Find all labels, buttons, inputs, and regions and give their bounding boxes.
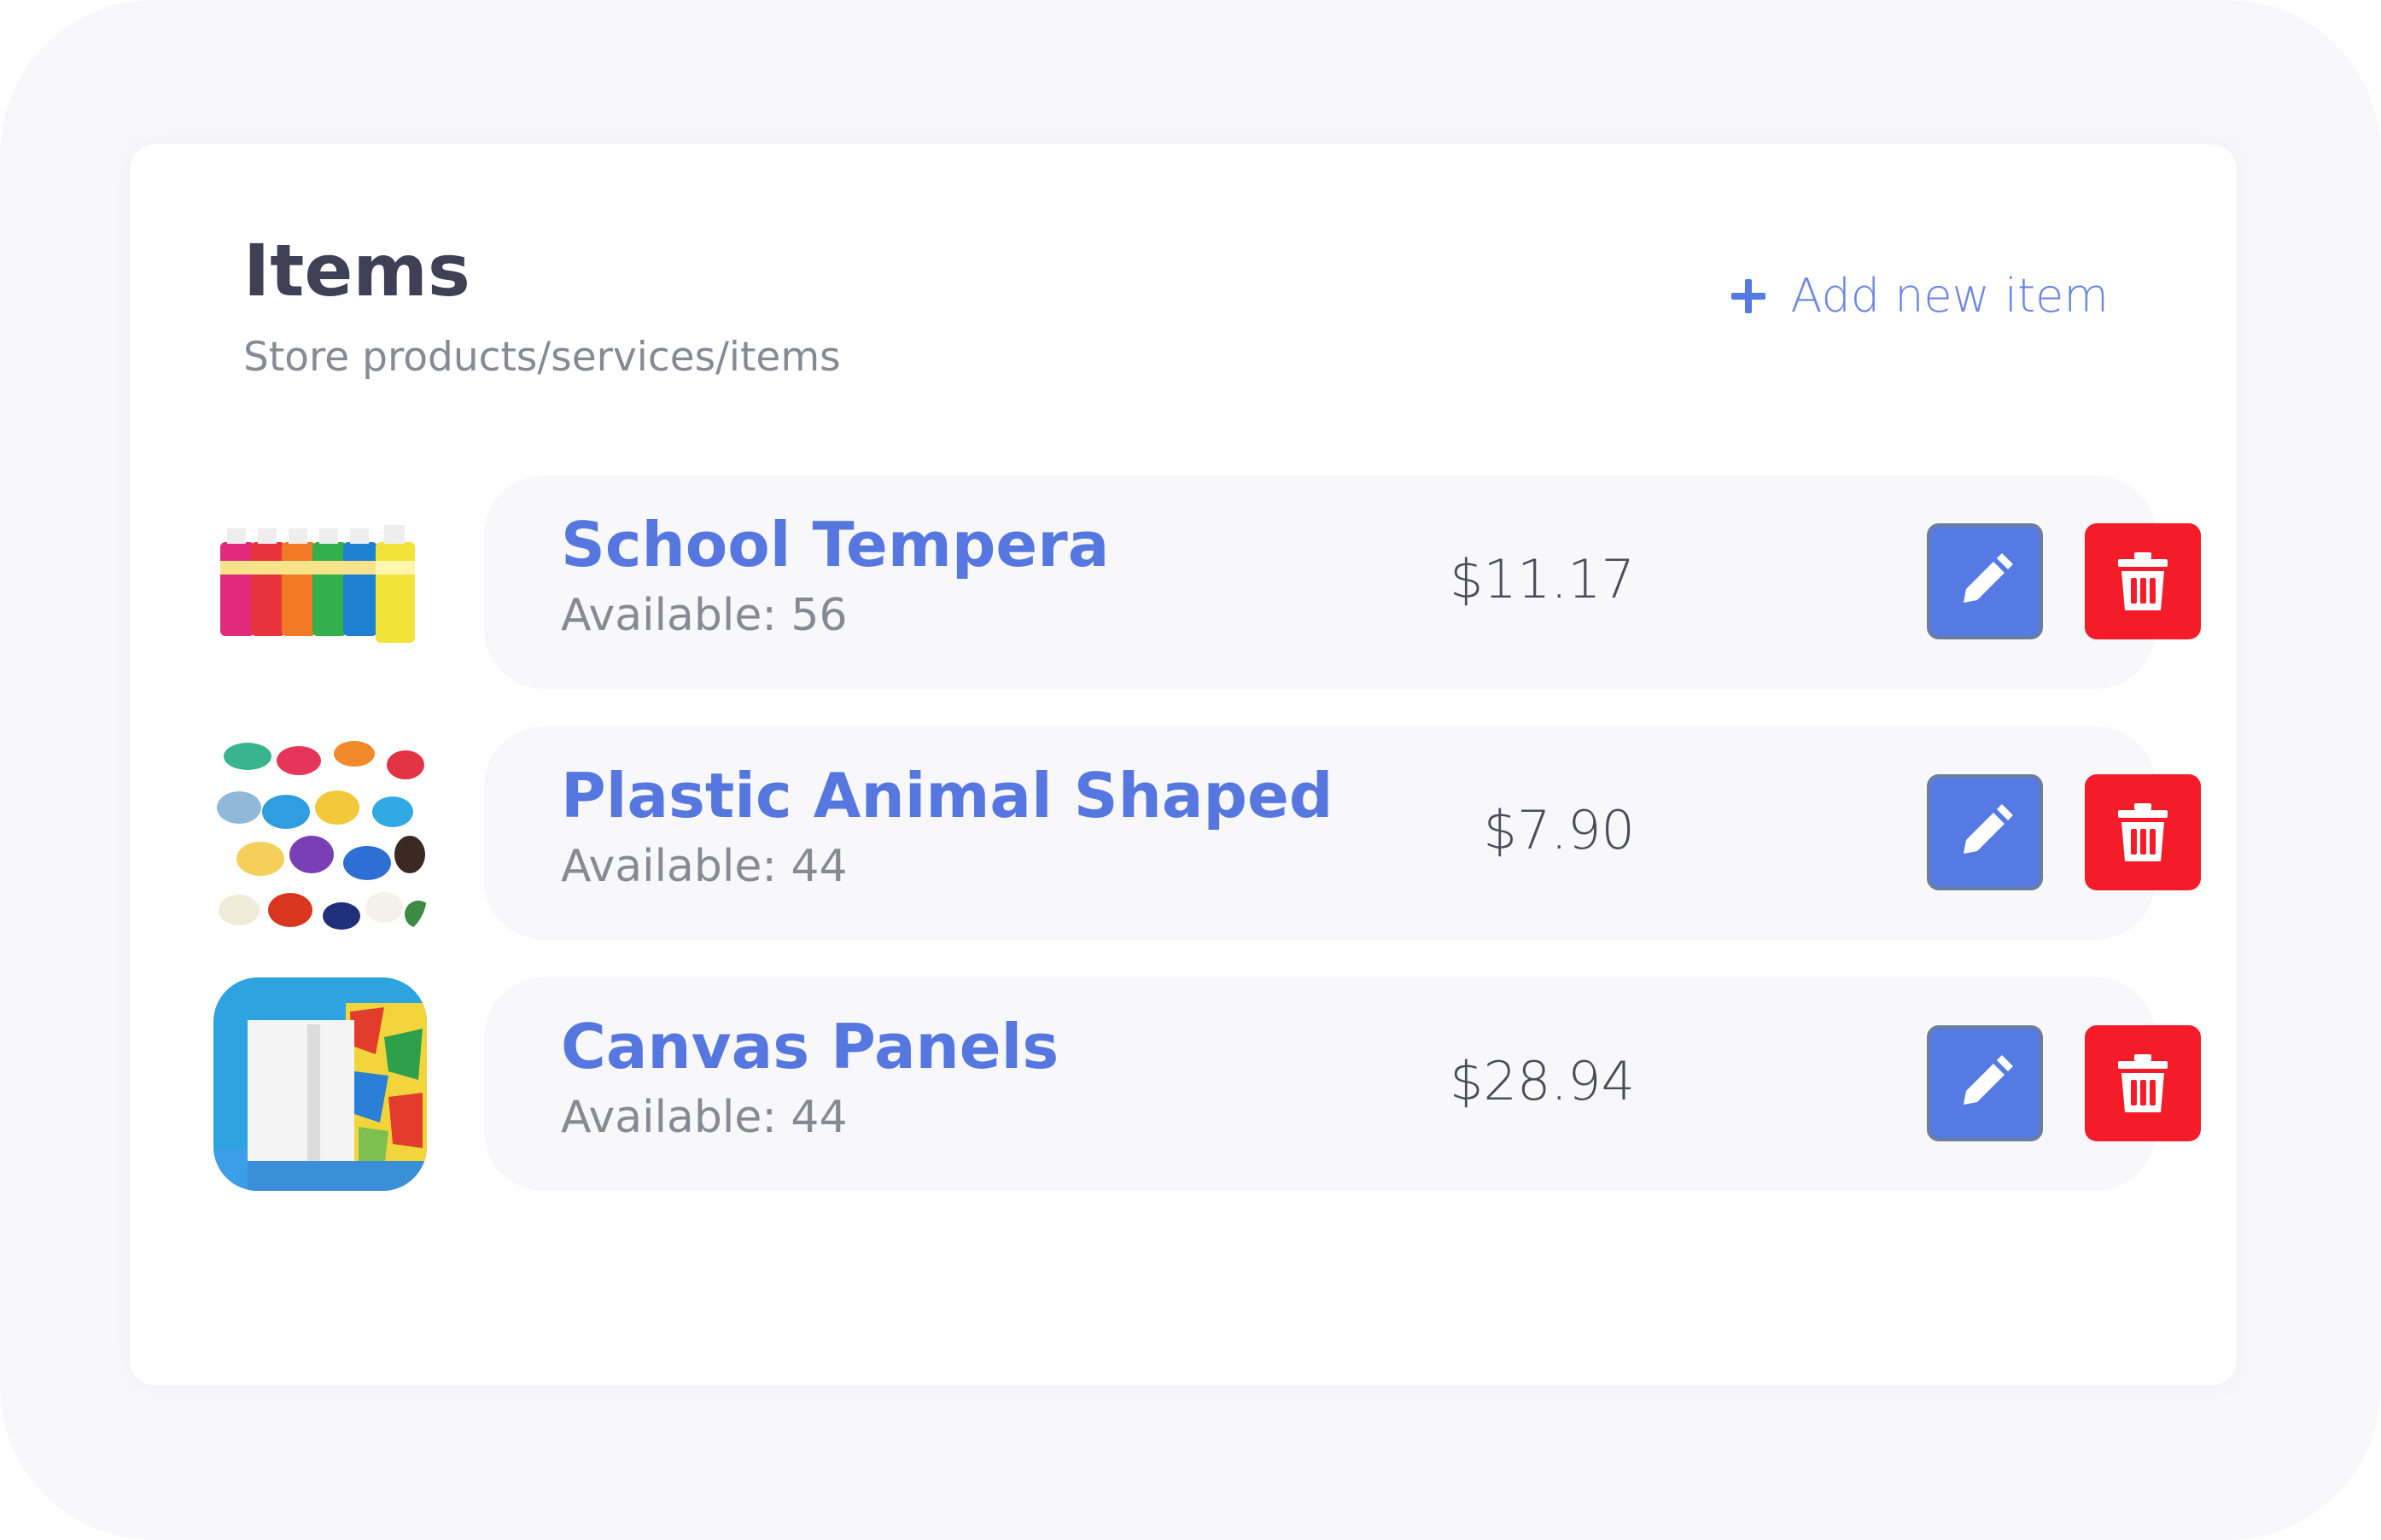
add-new-item-label: Add new item — [1790, 269, 2110, 323]
item-panel: School Tempera Available: 56 $11.17 — [484, 475, 2201, 689]
item-panel: Plastic Animal Shaped Available: 44 $7.9… — [484, 726, 2201, 940]
pencil-icon — [1964, 553, 2013, 603]
pencil-icon — [1964, 804, 2013, 854]
paint-bottles-image — [213, 475, 427, 689]
add-new-item-button[interactable]: Add new item — [1730, 269, 2110, 323]
plus-icon — [1730, 278, 1765, 313]
item-price: $7.90 — [1483, 799, 1636, 861]
edit-button[interactable] — [1927, 1025, 2043, 1141]
edit-button[interactable] — [1927, 774, 2043, 890]
item-name[interactable]: Canvas Panels — [561, 1012, 1059, 1082]
item-name[interactable]: Plastic Animal Shaped — [561, 761, 1333, 831]
item-price: $11.17 — [1450, 548, 1635, 610]
canvas-panels-image — [213, 977, 427, 1191]
page-subtitle: Store products/services/items — [243, 334, 841, 381]
pencil-icon — [1964, 1055, 2013, 1105]
list-item: School Tempera Available: 56 $11.17 — [130, 475, 2237, 689]
list-item: Plastic Animal Shaped Available: 44 $7.9… — [130, 726, 2237, 940]
item-availability: Available: 56 — [561, 590, 848, 641]
trash-icon — [2118, 552, 2168, 610]
items-card: Items Store products/services/items Add … — [130, 144, 2237, 1385]
item-name[interactable]: School Tempera — [561, 510, 1109, 580]
item-panel: Canvas Panels Available: 44 $28.94 — [484, 977, 2201, 1191]
item-price: $28.94 — [1450, 1050, 1635, 1112]
edit-button[interactable] — [1927, 523, 2043, 639]
item-availability: Available: 44 — [561, 841, 848, 892]
list-item: Canvas Panels Available: 44 $28.94 — [130, 977, 2237, 1191]
page-title: Items — [243, 229, 470, 312]
item-availability: Available: 44 — [561, 1092, 848, 1143]
delete-button[interactable] — [2085, 774, 2201, 890]
trash-icon — [2118, 1054, 2168, 1112]
delete-button[interactable] — [2085, 1025, 2201, 1141]
trash-icon — [2118, 803, 2168, 861]
delete-button[interactable] — [2085, 523, 2201, 639]
app-frame: Items Store products/services/items Add … — [0, 0, 2381, 1540]
plastic-animals-image — [213, 726, 427, 940]
